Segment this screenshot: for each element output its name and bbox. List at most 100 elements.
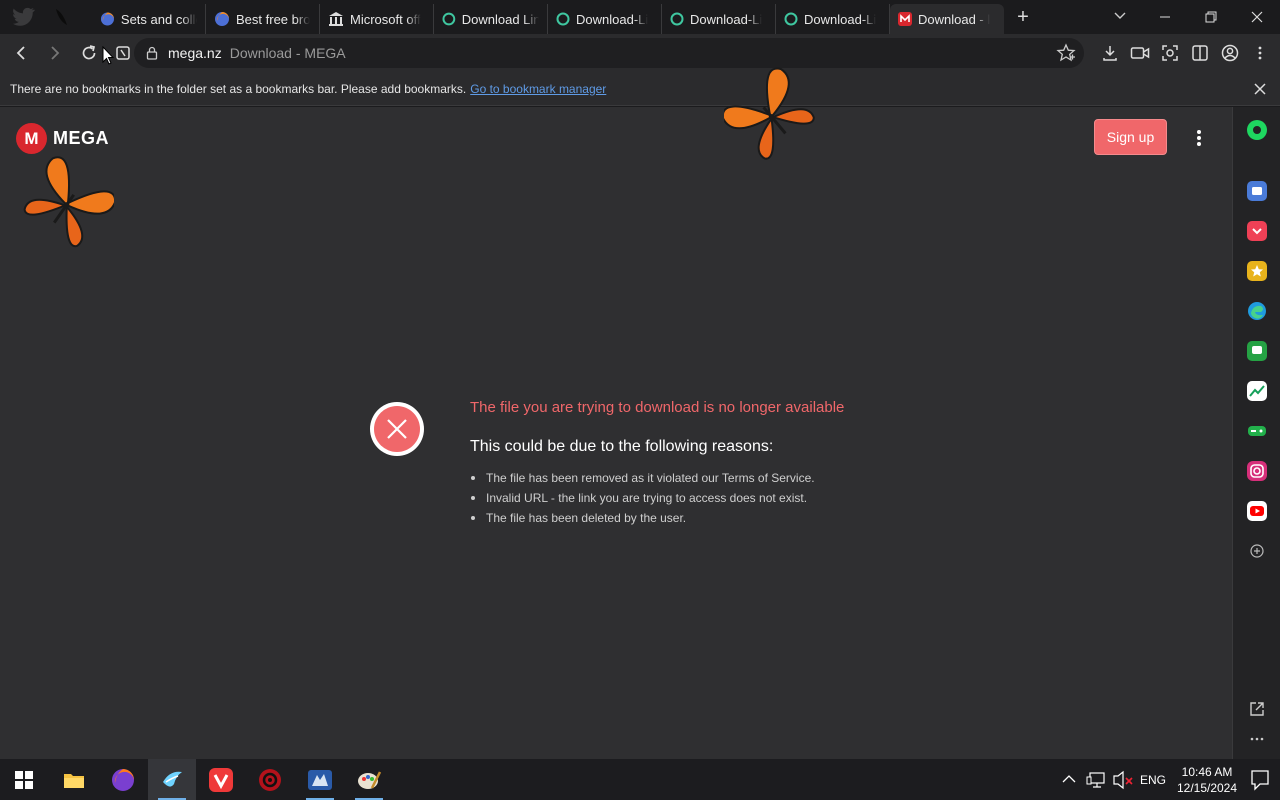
tab-label: Download Lin: [461, 11, 539, 27]
add-icon[interactable]: [1247, 541, 1267, 561]
account-icon: [1221, 44, 1239, 62]
tab-microsoft-office[interactable]: Microsoft off: [320, 4, 434, 34]
tab-download-link-2[interactable]: Download-Li: [548, 4, 662, 34]
more-horizontal-icon[interactable]: [1247, 729, 1267, 749]
pocket-icon[interactable]: [1247, 221, 1267, 241]
video-camera-icon: [1130, 47, 1150, 59]
restore-button[interactable]: [1188, 1, 1234, 33]
shield-target-icon: [259, 768, 281, 791]
tab-download-link-4[interactable]: Download-Li: [776, 4, 890, 34]
reason-item: The file has been deleted by the user.: [470, 511, 815, 531]
mega-page: M MEGA Sign up The file you are trying t…: [0, 67, 1232, 759]
tab-download-link-3[interactable]: Download-Li: [662, 4, 776, 34]
pinned-tabs: [0, 3, 92, 31]
pinned-tab-dark[interactable]: [48, 3, 76, 31]
windows-logo-icon: [15, 770, 33, 789]
taskbar-paint-app[interactable]: [345, 759, 393, 800]
browser-menu-button[interactable]: [1248, 38, 1272, 68]
input-language[interactable]: ENG: [1140, 773, 1166, 787]
sign-up-button[interactable]: Sign up: [1094, 119, 1167, 155]
bookmark-manager-link[interactable]: Go to bookmark manager: [470, 82, 606, 96]
tab-download-mega[interactable]: Download - l: [890, 4, 1004, 34]
more-options-button[interactable]: [1190, 127, 1208, 149]
screenshot-button[interactable]: [1158, 38, 1182, 68]
tab-list: Sets and colle Best free bro Microsoft o…: [92, 0, 1004, 34]
restore-icon: [1205, 11, 1217, 23]
window-controls: [1142, 0, 1280, 34]
minimize-icon: [1160, 16, 1170, 18]
tab-label: Sets and colle: [120, 11, 197, 27]
firefox-icon: [100, 12, 114, 26]
notifications-icon[interactable]: [1240, 759, 1280, 800]
tab-download-link-1[interactable]: Download Lin: [434, 4, 548, 34]
taskbar-vivaldi[interactable]: [197, 759, 245, 800]
mega-icon: [898, 12, 912, 26]
butterfly-decoration: [23, 156, 114, 248]
downloads-button[interactable]: [1098, 38, 1122, 68]
bank-icon: [329, 12, 343, 26]
sidebar-icon: [1192, 45, 1208, 61]
favorite-star-icon[interactable]: [1056, 43, 1076, 63]
close-icon[interactable]: [1252, 81, 1268, 97]
video-button[interactable]: [1128, 38, 1152, 68]
reload-icon: [82, 45, 96, 60]
minimize-button[interactable]: [1142, 1, 1188, 33]
close-window-button[interactable]: [1234, 1, 1280, 33]
volume-muted-icon[interactable]: [1110, 759, 1136, 800]
whatsapp-business-icon[interactable]: [1247, 341, 1267, 361]
taskbar-firefox[interactable]: [99, 759, 147, 800]
stocks-chart-icon[interactable]: [1247, 381, 1267, 401]
forward-button[interactable]: [40, 38, 70, 68]
new-tab-button[interactable]: +: [1008, 2, 1038, 32]
circle-icon: [556, 12, 570, 26]
network-icon[interactable]: [1084, 759, 1110, 800]
wallet-icon[interactable]: [1247, 181, 1267, 201]
taskbar-browser-active[interactable]: [148, 759, 196, 800]
reload-button[interactable]: [74, 38, 104, 68]
game-controller-icon[interactable]: [1247, 421, 1267, 441]
error-x-icon: [370, 402, 424, 456]
wolf-icon: [308, 769, 332, 790]
back-button[interactable]: [6, 38, 36, 68]
youtube-icon[interactable]: [1247, 501, 1267, 521]
twitter-icon: [13, 7, 35, 26]
browser-toolbar: mega.nz Download - MEGA: [0, 34, 1280, 72]
clock-date: 12/15/2024: [1176, 780, 1238, 795]
error-title: The file you are trying to download is n…: [470, 399, 845, 416]
tab-strip: Sets and colle Best free bro Microsoft o…: [0, 0, 1280, 34]
dark-leaf-icon: [56, 9, 67, 25]
start-button[interactable]: [0, 759, 48, 800]
lock-icon: [146, 46, 158, 60]
reason-item: Invalid URL - the link you are trying to…: [470, 491, 815, 511]
clock[interactable]: 10:46 AM 12/15/2024: [1174, 764, 1240, 796]
pinned-tab-twitter[interactable]: [10, 3, 38, 31]
taskbar-app-wolf[interactable]: [296, 759, 344, 800]
split-screen-button[interactable]: [1188, 38, 1212, 68]
plus-icon: +: [1017, 5, 1029, 28]
external-link-icon[interactable]: [1247, 699, 1267, 719]
tab-sets-and-collections[interactable]: Sets and colle: [92, 4, 206, 34]
circle-icon: [442, 12, 456, 26]
clock-time: 10:46 AM: [1181, 764, 1233, 779]
taskbar-security-app[interactable]: [246, 759, 294, 800]
spotify-icon[interactable]: [1247, 120, 1267, 140]
address-bar[interactable]: mega.nz Download - MEGA: [134, 38, 1084, 68]
edge-icon[interactable]: [1247, 301, 1267, 321]
tab-search-button[interactable]: [1108, 3, 1132, 27]
tab-best-free-browser[interactable]: Best free bro: [206, 4, 320, 34]
profile-button[interactable]: [1218, 38, 1242, 68]
tab-label: Best free bro: [236, 11, 311, 27]
side-panel: [1232, 107, 1280, 759]
chevron-up-icon[interactable]: [1054, 759, 1084, 800]
tab-label: Download-Li: [576, 11, 649, 27]
url-domain: mega.nz: [168, 45, 222, 61]
system-tray: ENG 10:46 AM 12/15/2024: [1054, 759, 1280, 800]
mega-logo-text: MEGA: [53, 128, 109, 148]
tab-label: Microsoft off: [350, 11, 421, 27]
tab-label: Download - l: [918, 11, 991, 27]
instagram-icon[interactable]: [1247, 461, 1267, 481]
taskbar-file-explorer[interactable]: [50, 759, 98, 800]
favorites-star-icon[interactable]: [1247, 261, 1267, 281]
bookmarks-empty-message: There are no bookmarks in the folder set…: [10, 81, 467, 96]
vivaldi-icon: [209, 767, 233, 792]
